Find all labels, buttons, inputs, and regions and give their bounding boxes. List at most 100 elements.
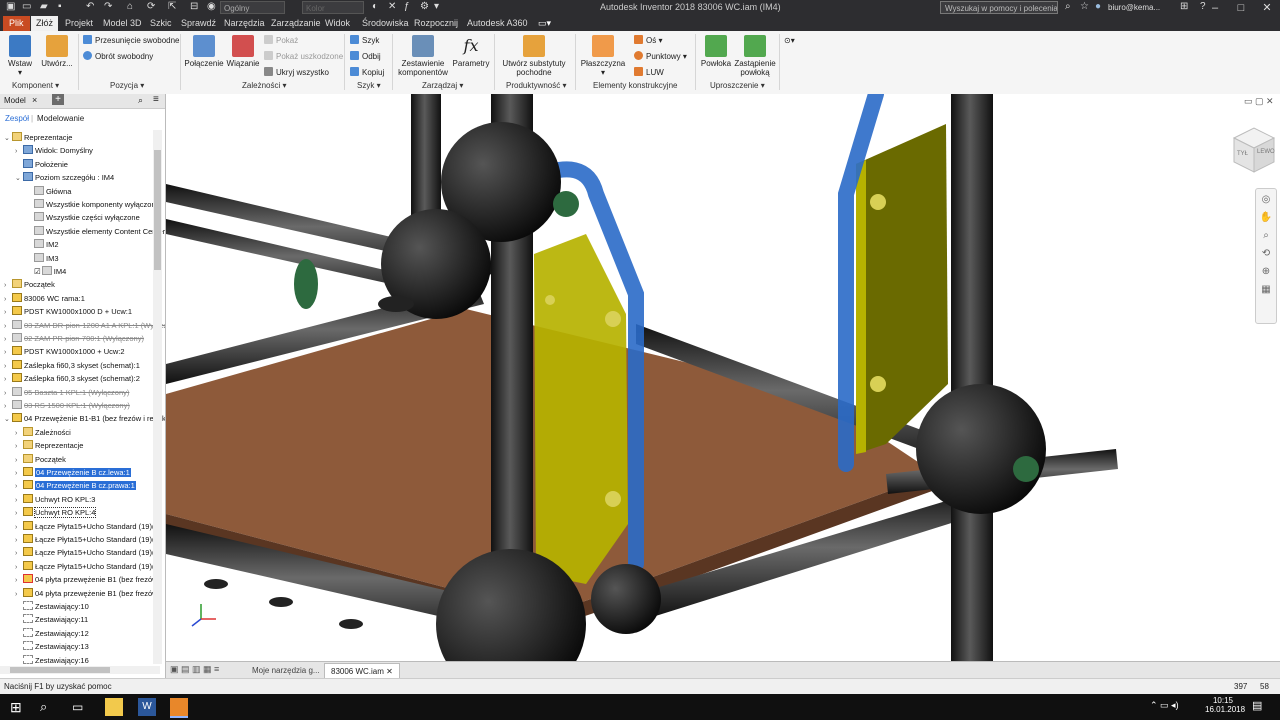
expand-icon[interactable]: ›	[4, 333, 12, 346]
viewcube-left-label[interactable]: LEWO	[1257, 149, 1275, 155]
tree-item[interactable]: › Zaślepka fi60,3 skyset (schemat):1	[4, 359, 140, 372]
tree-item[interactable]: Zestawiający:13	[15, 640, 89, 653]
clear-icon[interactable]: ✕	[388, 2, 398, 12]
expand-icon[interactable]: ›	[15, 521, 23, 534]
doc-tab-close-icon[interactable]: ✕	[386, 667, 393, 676]
zastapienie-button[interactable]: Zastąpienie powłoką	[734, 35, 776, 77]
viewport-window-controls[interactable]: ▭ ▢ ✕	[1244, 96, 1274, 107]
tree-item[interactable]: › Łącze Płyta15+Ucho Standard (19)(	[15, 520, 154, 533]
clock[interactable]: 10:15 16.01.2018	[1205, 696, 1245, 714]
pokaz-uszkodzone-button[interactable]: Pokaż uszkodzone	[264, 51, 343, 63]
graphics-viewport[interactable]: TYŁ LEWO ▭ ▢ ✕ ◎ ✋ ⌕ ⟲ ⊕ ▦	[166, 94, 1280, 661]
pokaz-button[interactable]: Pokaż	[264, 35, 298, 47]
tree-item[interactable]: › Zależności	[15, 426, 71, 439]
menu-icon[interactable]: ≡	[153, 94, 159, 105]
color-dropdown[interactable]: Kolor	[302, 1, 364, 14]
tree-item[interactable]: ⌄ Reprezentacje	[4, 131, 72, 144]
tree-item[interactable]: › 04 Przewężenie B cz.prawa:1	[15, 479, 136, 492]
tab-rozpocznij[interactable]: Rozpocznij	[414, 16, 458, 31]
measure-icon[interactable]: ⊟	[190, 2, 200, 12]
os-button[interactable]: Oś ▾	[634, 35, 662, 47]
user-name[interactable]: biuro@kema...	[1108, 3, 1160, 12]
user-icon[interactable]: ●	[1095, 2, 1105, 12]
tree-item[interactable]: Główna	[26, 185, 71, 198]
expand-icon[interactable]: ›	[4, 346, 12, 359]
tab-widok[interactable]: Widok	[325, 16, 350, 31]
ball-connector-right[interactable]	[916, 384, 1046, 514]
tray-icons[interactable]: ⌃ ▭ ◂)	[1150, 700, 1179, 711]
punktowy-button[interactable]: Punktowy ▾	[634, 51, 687, 63]
new-icon[interactable]: ▭	[22, 2, 32, 12]
tree-item[interactable]: › 83006 WC rama:1	[4, 292, 85, 305]
group-produktywnosc[interactable]: Produktywność ▾	[506, 81, 567, 90]
group-komponent[interactable]: Komponent ▾	[12, 81, 59, 90]
view-face-icon[interactable]: ▦	[1258, 283, 1274, 297]
tree-item[interactable]: Wszystkie elementy Content Center	[26, 225, 165, 238]
zoom-icon[interactable]: ⌕	[1258, 229, 1274, 243]
home-icon[interactable]: ⌂	[127, 2, 137, 12]
tab-szkic[interactable]: Szkic	[150, 16, 172, 31]
polaczenie-button[interactable]: Połączenie	[184, 35, 224, 68]
expand-icon[interactable]: ›	[15, 145, 23, 158]
tree-item[interactable]: › Początek	[4, 278, 55, 291]
doc-tab-active[interactable]: 83006 WC.iam ✕	[324, 663, 400, 679]
plaszczyzna-button[interactable]: Płaszczyzna ▾	[580, 35, 626, 77]
style-dropdown[interactable]: Ogólny	[220, 1, 285, 14]
notifications-icon[interactable]: ▤	[1252, 699, 1262, 712]
tree-item[interactable]: › Zaślepka fi60,3 skyset (schemat):2	[4, 372, 140, 385]
expand-icon[interactable]: ›	[15, 467, 23, 480]
update-icon[interactable]: ⟳	[147, 2, 157, 12]
tree-item[interactable]: › Łącze Płyta15+Ucho Standard (19)(	[15, 533, 154, 546]
parametry-button[interactable]: fx Parametry	[452, 35, 490, 68]
collapse-icon[interactable]: ⌄	[15, 172, 23, 185]
tree-item[interactable]: › Uchwyt RO KPL:3	[15, 493, 95, 506]
expand-icon[interactable]: ›	[4, 400, 12, 413]
file-explorer-icon[interactable]	[105, 698, 123, 716]
przesuniecie-button[interactable]: Przesunięcie swobodne	[83, 35, 180, 47]
tree-item[interactable]: Położenie	[15, 158, 68, 171]
expand-icon[interactable]: ›	[4, 279, 12, 292]
yellow-panel-left[interactable]	[534, 234, 628, 584]
tab-zloz[interactable]: Złóż	[31, 16, 59, 31]
tree-item[interactable]: › Początek	[15, 453, 66, 466]
expand-icon[interactable]: ›	[15, 440, 23, 453]
ribbon-toggle-icon[interactable]: ▭▾	[538, 16, 551, 31]
pan-icon[interactable]: ✋	[1258, 211, 1274, 225]
tree-item[interactable]: Zestawiający:11	[15, 613, 88, 626]
fx-icon[interactable]: ƒ	[404, 2, 414, 12]
maximize-button[interactable]: □	[1228, 0, 1254, 16]
powloka-button[interactable]: Powłoka	[699, 35, 733, 68]
expand-icon[interactable]: ›	[15, 574, 23, 587]
tree-item[interactable]: Wszystkie części wyłączone	[26, 211, 140, 224]
app-menu-icon[interactable]: ▣	[6, 2, 16, 12]
odbij-button[interactable]: Odbij	[350, 51, 381, 63]
tree-item[interactable]: ⌄ Poziom szczegółu : IM4	[15, 171, 114, 184]
group-uproszczenie[interactable]: Uproszczenie ▾	[710, 81, 765, 90]
tab-projekt[interactable]: Projekt	[65, 16, 93, 31]
tree-item[interactable]: › 03 RS-1500 KPL:1 (Wyłączony)	[4, 399, 130, 412]
search-icon[interactable]: ⌕	[1065, 2, 1075, 12]
tab-srodowiska[interactable]: Środowiska	[362, 16, 409, 31]
expand-icon[interactable]: ›	[15, 534, 23, 547]
save-icon[interactable]: ▪	[58, 2, 68, 12]
inventor-icon[interactable]	[170, 698, 188, 718]
tree-item[interactable]: › 02 ZAM PR-pion-700:1 (Wyłączony)	[4, 332, 144, 345]
minimize-button[interactable]: –	[1202, 0, 1228, 16]
expand-icon[interactable]: ›	[4, 306, 12, 319]
group-pozycja[interactable]: Pozycja ▾	[110, 81, 144, 90]
expand-icon[interactable]: ›	[4, 293, 12, 306]
wstaw-button[interactable]: Wstaw ▾	[6, 35, 34, 77]
utworz-button[interactable]: Utwórz...	[40, 35, 74, 68]
tab-model[interactable]: Model	[4, 96, 26, 105]
group-zarzadzaj[interactable]: Zarządzaj ▾	[422, 81, 463, 90]
expand-icon[interactable]: ›	[15, 507, 23, 520]
tree-item[interactable]: › 04 płyta przewężenie B1 (bez frezów	[15, 587, 158, 600]
steering-wheel-icon[interactable]: ◎	[1258, 193, 1274, 207]
tree-item[interactable]: › 03 ZAM DR-pion-1200 A1 A KPL:1 (Wyłączo…	[4, 319, 165, 332]
expand-icon[interactable]: ›	[15, 494, 23, 507]
expand-icon[interactable]: ›	[4, 373, 12, 386]
windows-start-icon[interactable]: ⊞	[10, 698, 28, 716]
tree-item[interactable]: › PDST KW1000x1000 D + Ucw:1	[4, 305, 132, 318]
orbit-icon[interactable]: ⟲	[1258, 247, 1274, 261]
mode-zespol[interactable]: Zespół	[5, 114, 29, 123]
